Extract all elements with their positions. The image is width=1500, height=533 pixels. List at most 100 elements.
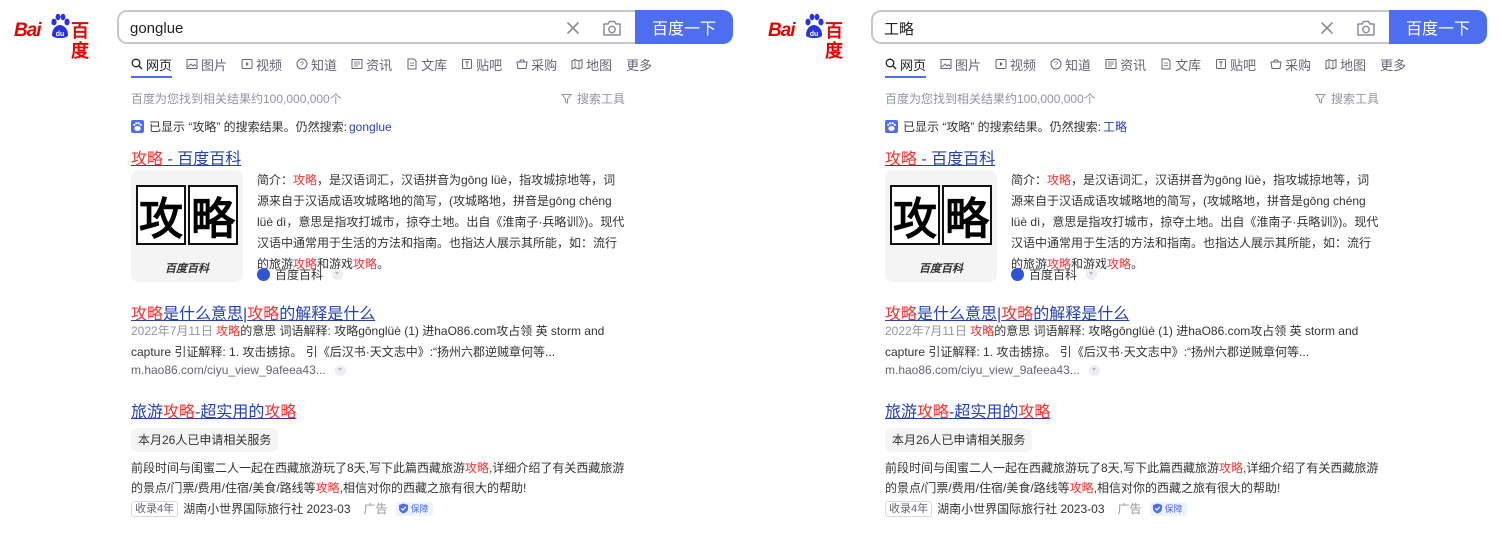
result-url[interactable]: m.hao86.com/ciyu_view_9afeea43...: [885, 363, 1100, 377]
tab-tieba[interactable]: 贴吧: [461, 54, 502, 74]
camera-icon[interactable]: [601, 18, 623, 38]
baidu-logo[interactable]: Bai du 百度: [13, 12, 105, 61]
shield-icon: [1152, 503, 1162, 514]
result-title-ad[interactable]: 旅游攻略-超实用的攻略: [885, 398, 1050, 422]
clear-icon[interactable]: [563, 18, 583, 38]
ad-meta: 收录4年 湖南小世界国际旅行社 2023-03 广告 保障: [131, 500, 433, 517]
title-highlight: 攻略: [131, 151, 164, 168]
tab-wenku[interactable]: 文库: [406, 54, 447, 74]
tab-label: 更多: [626, 57, 653, 73]
tab-label: 地图: [1340, 57, 1367, 73]
thumbnail-image: 攻 略 百度百科: [131, 170, 243, 282]
search-icon: [885, 58, 897, 70]
search-tools-button[interactable]: 搜索工具: [561, 90, 625, 107]
title-text: - 百度百科: [917, 151, 996, 168]
original-query-link[interactable]: gonglue: [349, 120, 392, 134]
svg-text:百度百科: 百度百科: [919, 262, 964, 275]
search-button[interactable]: 百度一下: [635, 10, 733, 44]
filter-icon: [561, 94, 572, 104]
query-correction: 已显示 “攻略” 的搜索结果。仍然搜索: 工略: [885, 118, 1127, 135]
advertiser[interactable]: 湖南小世界国际旅行社 2023-03: [937, 500, 1104, 517]
search-tools-label: 搜索工具: [577, 92, 626, 106]
tab-images[interactable]: 图片: [186, 54, 227, 74]
result-date: 2022年7月11日: [885, 324, 967, 338]
advertiser[interactable]: 湖南小世界国际旅行社 2023-03: [183, 500, 350, 517]
video-icon: [241, 59, 253, 69]
tab-label: 视频: [256, 57, 283, 73]
svg-text:攻: 攻: [893, 194, 937, 245]
tab-purchase[interactable]: 采购: [1270, 54, 1311, 74]
service-tag: 本月26人已申请相关服务: [131, 428, 279, 452]
logo-hanzi: 百度: [825, 21, 843, 61]
search-input[interactable]: [884, 18, 1304, 38]
shopping-bag-icon: [1270, 59, 1282, 69]
baidu-notice-icon: [885, 120, 898, 133]
result-title-baike[interactable]: 攻略 - 百度百科: [885, 145, 995, 169]
result-count: 百度为您找到相关结果约100,000,000个: [131, 92, 342, 106]
tab-images[interactable]: 图片: [940, 54, 981, 74]
search-tools-label: 搜索工具: [1331, 92, 1380, 106]
svg-text:略: 略: [191, 194, 236, 245]
paw-icon: du: [805, 13, 824, 38]
indexed-badge: 收录4年: [131, 500, 179, 517]
original-query-link[interactable]: 工略: [1103, 118, 1127, 135]
baike-source[interactable]: 百度百科: [1011, 266, 1098, 283]
tab-label: 更多: [1380, 57, 1407, 73]
tab-web[interactable]: 网页: [131, 54, 173, 78]
search-box: [871, 10, 1391, 44]
map-icon: [571, 58, 583, 70]
forum-icon: [1216, 59, 1227, 69]
tab-more[interactable]: 更多: [1380, 54, 1406, 74]
result-title-ad[interactable]: 旅游攻略-超实用的攻略: [131, 398, 296, 422]
svg-text:?: ?: [1054, 62, 1058, 69]
tab-video[interactable]: 视频: [995, 54, 1036, 74]
search-button[interactable]: 百度一下: [1389, 10, 1487, 44]
more-options-icon[interactable]: [1088, 364, 1100, 376]
svg-text:略: 略: [945, 194, 990, 245]
tab-news[interactable]: 资讯: [1105, 54, 1146, 74]
svg-text:du: du: [56, 31, 65, 38]
guarantee-badge[interactable]: 保障: [395, 501, 433, 516]
search-input[interactable]: [130, 18, 550, 38]
tab-tieba[interactable]: 贴吧: [1215, 54, 1256, 74]
baike-thumbnail[interactable]: 攻 略 百度百科: [131, 170, 243, 282]
tab-label: 文库: [421, 57, 448, 73]
question-icon: ?: [1050, 58, 1062, 70]
tab-web[interactable]: 网页: [885, 54, 927, 78]
tab-more[interactable]: 更多: [626, 54, 652, 74]
tab-zhidao[interactable]: ? 知道: [296, 54, 337, 74]
source-label: 百度百科: [275, 268, 324, 282]
tab-video[interactable]: 视频: [241, 54, 282, 74]
question-icon: ?: [296, 58, 308, 70]
result-title-baike[interactable]: 攻略 - 百度百科: [131, 145, 241, 169]
tab-map[interactable]: 地图: [571, 54, 612, 74]
tab-zhidao[interactable]: ? 知道: [1050, 54, 1091, 74]
more-options-icon[interactable]: [1086, 269, 1098, 280]
search-box: [117, 10, 637, 44]
logo-latin: Bai: [768, 20, 796, 41]
map-icon: [1325, 58, 1337, 70]
ad-label: 广告: [1117, 502, 1142, 516]
search-tools-button[interactable]: 搜索工具: [1315, 90, 1379, 107]
baike-thumbnail[interactable]: 攻 略 百度百科: [885, 170, 997, 282]
tab-map[interactable]: 地图: [1325, 54, 1366, 74]
tab-label: 图片: [955, 57, 982, 73]
baike-source-icon: [1011, 268, 1024, 281]
tab-news[interactable]: 资讯: [351, 54, 392, 74]
guarantee-badge[interactable]: 保障: [1149, 501, 1187, 516]
clear-icon[interactable]: [1317, 18, 1337, 38]
tab-label: 采购: [1285, 57, 1312, 73]
more-options-icon[interactable]: [334, 364, 346, 376]
ad-description: 前段时间与闺蜜二人一起在西藏旅游玩了8天,写下此篇西藏旅游攻略,详细介绍了有关西…: [131, 461, 625, 495]
more-options-icon[interactable]: [332, 269, 344, 280]
tab-wenku[interactable]: 文库: [1160, 54, 1201, 74]
result-url[interactable]: m.hao86.com/ciyu_view_9afeea43...: [131, 363, 346, 377]
baidu-logo[interactable]: Bai du 百度: [767, 12, 859, 61]
indexed-badge: 收录4年: [885, 500, 933, 517]
result-count: 百度为您找到相关结果约100,000,000个: [885, 92, 1096, 106]
baike-abstract: 简介：攻略，是汉语词汇，汉语拼音为gōng lüè，指攻城掠地等，词源来自于汉语…: [257, 173, 625, 271]
filter-icon: [1315, 94, 1326, 104]
tab-purchase[interactable]: 采购: [516, 54, 557, 74]
camera-icon[interactable]: [1355, 18, 1377, 38]
baike-source[interactable]: 百度百科: [257, 266, 344, 283]
